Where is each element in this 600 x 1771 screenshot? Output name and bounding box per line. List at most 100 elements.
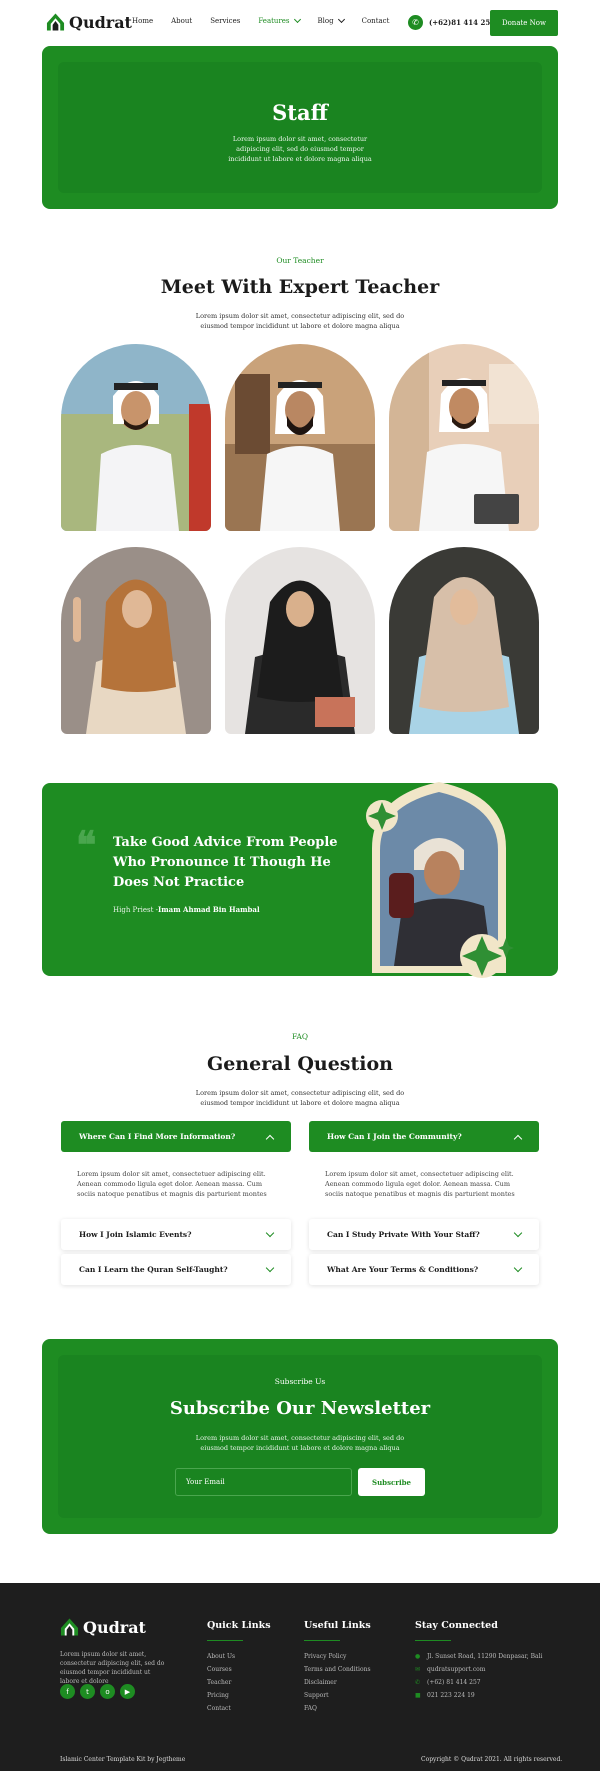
email-item[interactable]: ✉ qudratsupport.com — [415, 1666, 486, 1673]
facebook-icon[interactable]: f — [60, 1684, 75, 1699]
phone-contact[interactable]: ✆ (+62)81 414 257 — [408, 15, 495, 30]
faq-question[interactable]: Where Can I Find More Information? — [61, 1121, 291, 1152]
footer-link[interactable]: Contact — [207, 1705, 231, 1712]
youtube-icon[interactable]: ▶ — [120, 1684, 135, 1699]
quick-links-title: Quick Links — [207, 1620, 271, 1631]
faq-answer: Lorem ipsum dolor sit amet, consectetuer… — [325, 1170, 515, 1198]
teacher-male-portrait — [389, 344, 539, 531]
faq-question[interactable]: What Are Your Terms & Conditions? — [309, 1254, 539, 1285]
chevron-down-icon — [265, 1228, 275, 1237]
footer-link[interactable]: Support — [304, 1692, 329, 1699]
phone-text: (+62) 81 414 257 — [427, 1679, 481, 1686]
faq-tag: FAQ — [291, 1032, 309, 1041]
quote-author: High Priest -Imam Ahmad Bin Hambal — [113, 905, 260, 914]
instagram-icon[interactable]: o — [100, 1684, 115, 1699]
teachers-title: Meet With Expert Teacher — [160, 276, 440, 298]
author-name: Imam Ahmad Bin Hambal — [158, 905, 260, 914]
newsletter-tag: Subscribe Us — [274, 1377, 326, 1386]
mosque-logo-icon — [60, 1618, 79, 1636]
quote-icon: ❝ — [76, 822, 97, 867]
teacher-male-portrait — [61, 344, 211, 531]
quote-text: Take Good Advice From People Who Pronoun… — [113, 835, 338, 890]
faq-question[interactable]: Can I Study Private With Your Staff? — [309, 1219, 539, 1250]
chevron-down-icon — [337, 15, 345, 24]
faq-title: General Question — [206, 1053, 393, 1075]
credits-text: Islamic Center Template Kit by Jegtheme — [60, 1756, 186, 1763]
menu-item-contact[interactable]: Contact — [362, 17, 390, 25]
phone-icon: ✆ — [415, 1678, 421, 1686]
teachers-tag: Our Teacher — [276, 256, 324, 265]
menu-label: About — [171, 17, 193, 25]
page-title: Staff — [272, 100, 328, 125]
faq-question-label: What Are Your Terms & Conditions? — [327, 1265, 479, 1274]
chevron-up-icon — [513, 1134, 523, 1143]
footer-logo-text: Qudrat — [83, 1617, 146, 1637]
mosque-logo-icon — [46, 13, 65, 31]
hero-banner: Staff Lorem ipsum dolor sit amet, consec… — [42, 46, 558, 209]
footer-link[interactable]: About Us — [207, 1653, 235, 1660]
teacher-photo[interactable] — [225, 547, 375, 734]
menu-item-blog[interactable]: Blog — [317, 15, 345, 25]
faq-question[interactable]: Can I Learn the Quran Self-Taught? — [61, 1254, 291, 1285]
faq-question-label: Can I Learn the Quran Self-Taught? — [79, 1265, 228, 1274]
chevron-down-icon — [513, 1228, 523, 1237]
faq-question-label: Where Can I Find More Information? — [79, 1132, 236, 1141]
teacher-photo[interactable] — [61, 547, 211, 734]
top-nav: Qudrat Home About Services Features Blog… — [0, 0, 600, 46]
phone-number: (+62)81 414 257 — [429, 18, 496, 27]
menu-label: Services — [210, 17, 241, 25]
chevron-down-icon — [513, 1263, 523, 1272]
footer-link[interactable]: Pricing — [207, 1692, 229, 1699]
hero-description: Lorem ipsum dolor sit amet, consectetur … — [228, 135, 372, 163]
teacher-female-portrait — [61, 547, 211, 734]
main-menu: Home About Services Features Blog Contac… — [132, 15, 407, 25]
donate-button[interactable]: Donate Now — [490, 10, 558, 36]
author-prefix: High Priest - — [113, 906, 158, 914]
faq-question[interactable]: How I Join Islamic Events? — [61, 1219, 291, 1250]
phone-icon: ✆ — [408, 15, 423, 30]
footer-link[interactable]: Privacy Policy — [304, 1653, 346, 1660]
divider — [304, 1640, 340, 1641]
teachers-description: Lorem ipsum dolor sit amet, consectetur … — [195, 312, 405, 330]
chevron-up-icon — [265, 1134, 275, 1143]
menu-item-home[interactable]: Home — [132, 17, 153, 25]
email-field[interactable]: Your Email — [175, 1468, 352, 1496]
divider — [207, 1640, 243, 1641]
fax-text: 021 223 224 19 — [427, 1692, 475, 1699]
quote-portrait-frame — [366, 782, 514, 978]
footer-link[interactable]: Courses — [207, 1666, 232, 1673]
teacher-photo[interactable] — [61, 344, 211, 531]
menu-label: Features — [258, 17, 290, 25]
teacher-photo[interactable] — [225, 344, 375, 531]
hero-inner-panel — [58, 62, 542, 193]
footer-logo[interactable]: Qudrat — [60, 1617, 146, 1637]
chevron-down-icon — [293, 15, 301, 24]
location-icon: ● — [415, 1652, 421, 1660]
stay-connected-title: Stay Connected — [415, 1620, 498, 1631]
footer-link[interactable]: Teacher — [207, 1679, 231, 1686]
menu-item-features[interactable]: Features — [258, 15, 301, 25]
faq-description: Lorem ipsum dolor sit amet, consectetur … — [195, 1089, 405, 1107]
logo-text: Qudrat — [69, 12, 132, 32]
menu-item-services[interactable]: Services — [210, 17, 240, 25]
footer-description: Lorem ipsum dolor sit amet, consectetur … — [60, 1651, 165, 1685]
footer-link[interactable]: FAQ — [304, 1705, 317, 1712]
newsletter-description: Lorem ipsum dolor sit amet, consectetur … — [195, 1434, 405, 1452]
teacher-photo[interactable] — [389, 344, 539, 531]
menu-label: Blog — [317, 17, 334, 25]
social-links: f t o ▶ — [60, 1684, 135, 1699]
newsletter-title: Subscribe Our Newsletter — [169, 1398, 431, 1419]
footer-link[interactable]: Disclaimer — [304, 1679, 337, 1686]
footer-link[interactable]: Terms and Conditions — [304, 1666, 371, 1673]
twitter-icon[interactable]: t — [80, 1684, 95, 1699]
divider — [415, 1640, 451, 1641]
menu-item-about[interactable]: About — [171, 17, 192, 25]
faq-question[interactable]: How Can I Join the Community? — [309, 1121, 539, 1152]
logo[interactable]: Qudrat — [46, 12, 132, 32]
teacher-photo[interactable] — [389, 547, 539, 734]
teacher-female-portrait — [389, 547, 539, 734]
faq-question-label: How I Join Islamic Events? — [79, 1230, 192, 1239]
phone-item[interactable]: ✆ (+62) 81 414 257 — [415, 1679, 481, 1686]
subscribe-button[interactable]: Subscribe — [358, 1468, 425, 1496]
teacher-male-portrait — [225, 344, 375, 531]
